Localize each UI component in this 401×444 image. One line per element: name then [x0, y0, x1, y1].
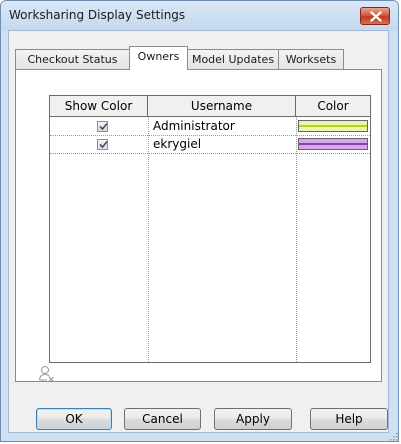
owners-table: Show Color Username Color Administrator [49, 95, 371, 363]
table-row[interactable]: Administrator [50, 117, 370, 135]
tab-label: Worksets [285, 53, 337, 66]
color-swatch[interactable] [298, 120, 368, 132]
tab-owners[interactable]: Owners [129, 46, 188, 70]
window-title: Worksharing Display Settings [9, 8, 186, 22]
help-button[interactable]: Help [310, 408, 388, 430]
color-swatch-fill [299, 125, 367, 127]
header-username[interactable]: Username [148, 96, 296, 117]
show-color-checkbox[interactable] [97, 121, 108, 132]
title-bar[interactable]: Worksharing Display Settings [1, 1, 398, 31]
row-divider [50, 153, 370, 154]
dialog-client-area: Checkout Status Owners Model Updates Wor… [8, 30, 389, 433]
cancel-button[interactable]: Cancel [124, 408, 201, 430]
table-row[interactable]: ekrygiel [50, 135, 370, 153]
close-button[interactable] [360, 7, 390, 25]
resize-grip-icon[interactable] [388, 431, 398, 441]
username-cell: Administrator [153, 119, 235, 133]
apply-button[interactable]: Apply [214, 408, 292, 430]
show-color-checkbox[interactable] [97, 139, 108, 150]
ok-button[interactable]: OK [36, 408, 112, 430]
header-color[interactable]: Color [296, 96, 370, 117]
color-swatch-fill [299, 143, 367, 145]
remove-user-icon[interactable] [38, 365, 56, 383]
tab-model-updates[interactable]: Model Updates [187, 49, 279, 69]
checkmark-icon [99, 122, 108, 131]
tab-label: Owners [137, 50, 180, 63]
close-icon [370, 11, 382, 22]
checkmark-icon [99, 140, 108, 149]
tab-worksets[interactable]: Worksets [278, 49, 344, 69]
tab-label: Checkout Status [27, 53, 118, 66]
owners-panel: Show Color Username Color Administrator [15, 69, 382, 382]
tab-label: Model Updates [191, 53, 275, 66]
header-show-color[interactable]: Show Color [50, 96, 148, 117]
color-swatch[interactable] [298, 138, 368, 150]
tab-checkout-status[interactable]: Checkout Status [15, 49, 130, 69]
username-cell: ekrygiel [153, 137, 202, 151]
